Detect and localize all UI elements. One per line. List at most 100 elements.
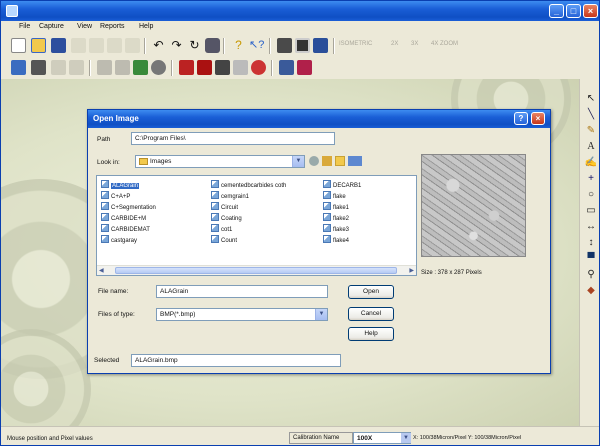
list-item[interactable]: ALAGrain (101, 180, 140, 190)
list-item[interactable]: flake4 (323, 235, 349, 245)
list-item[interactable]: Count (211, 235, 237, 245)
list-item[interactable]: DECARB1 (323, 180, 361, 190)
list-item[interactable]: C+A+P (101, 191, 130, 201)
columns-tool-icon[interactable] (97, 60, 112, 75)
report-tool-icon[interactable] (197, 60, 212, 75)
list-item[interactable]: Coating (211, 213, 242, 223)
redo-icon[interactable]: ↷ (169, 38, 184, 53)
undo-icon[interactable]: ↶ (151, 38, 166, 53)
list-item[interactable]: flake3 (323, 224, 349, 234)
new-folder-icon[interactable] (335, 156, 345, 166)
pointer-icon[interactable]: ↖ (584, 93, 598, 105)
image-file-icon (211, 235, 219, 243)
line-icon[interactable]: ╲ (584, 109, 598, 121)
list-item[interactable]: C+Segmentation (101, 202, 156, 212)
minimize-button[interactable]: _ (549, 4, 564, 18)
database-icon[interactable] (279, 60, 294, 75)
paste-icon[interactable] (107, 38, 122, 53)
help-button[interactable]: Help (348, 327, 394, 341)
triangle-tool-icon[interactable] (69, 60, 84, 75)
context-help-icon[interactable]: ↖? (249, 38, 264, 53)
cancel-button[interactable]: Cancel (348, 307, 394, 321)
cross-icon[interactable]: + (584, 173, 598, 185)
ellipse-icon[interactable]: ○ (584, 189, 598, 201)
print-icon[interactable] (205, 38, 220, 53)
scrollbar-thumb[interactable] (115, 267, 397, 274)
measure-tool-icon[interactable] (31, 60, 46, 75)
menu-file[interactable]: File (19, 23, 30, 30)
scroll-right-icon[interactable]: ▶ (409, 267, 414, 274)
open-button[interactable]: Open (348, 285, 394, 299)
list-item[interactable]: cementedbcarbides coth (211, 180, 286, 190)
dialog-close-button[interactable]: × (531, 112, 545, 125)
list-item[interactable]: flake1 (323, 202, 349, 212)
chevron-down-icon[interactable]: ▼ (315, 309, 327, 320)
chevron-down-icon[interactable]: ▼ (292, 156, 304, 167)
zoom-3x-button[interactable]: 3X (411, 41, 418, 47)
delete-icon[interactable] (125, 38, 140, 53)
horizontal-measure-icon[interactable]: ↔ (584, 221, 598, 233)
file-type-combo[interactable]: BMP(*.bmp) ▼ (156, 308, 328, 321)
maximize-button[interactable]: □ (566, 4, 581, 18)
open-folder-icon[interactable] (31, 38, 46, 53)
color-tool-icon[interactable] (251, 60, 266, 75)
grid-tool-icon[interactable] (51, 60, 66, 75)
angle-tool-icon[interactable] (233, 60, 248, 75)
image-file-icon (323, 191, 331, 199)
menu-view[interactable]: View (77, 23, 92, 30)
scroll-left-icon[interactable]: ◀ (99, 267, 104, 274)
zoom-2x-button[interactable]: 2X (391, 41, 398, 47)
text-icon[interactable]: A (584, 141, 598, 153)
horizontal-scrollbar[interactable]: ◀ ▶ (97, 265, 416, 275)
list-item[interactable]: castgaray (101, 235, 137, 245)
list-item[interactable]: cot1 (211, 224, 232, 234)
zoom-4x-button[interactable]: 4X ZOOM (431, 41, 458, 47)
scale-tool-icon[interactable] (215, 60, 230, 75)
list-item[interactable]: Circuit (211, 202, 238, 212)
view-menu-icon[interactable] (348, 156, 362, 166)
refresh-icon[interactable]: ↻ (187, 38, 202, 53)
filter-tool-icon[interactable] (133, 60, 148, 75)
chevron-down-icon[interactable]: ▼ (401, 433, 411, 443)
isometric-button[interactable]: ISOMETRIC (339, 41, 372, 47)
color-picker-icon[interactable]: ◆ (584, 285, 598, 297)
path-field[interactable]: C:\Program Files\ (131, 132, 335, 145)
dialog-help-button[interactable]: ? (514, 112, 528, 125)
image-file-icon (211, 213, 219, 221)
scale-bar-icon[interactable]: ▀ (584, 253, 598, 265)
menu-capture[interactable]: Capture (39, 23, 64, 30)
vertical-measure-icon[interactable]: ↕ (584, 237, 598, 249)
up-folder-icon[interactable] (322, 156, 332, 166)
file-type-value: BMP(*.bmp) (160, 311, 196, 318)
list-item[interactable]: CARBIDE+M (101, 213, 146, 223)
capture-icon[interactable] (313, 38, 328, 53)
save-icon[interactable] (51, 38, 66, 53)
menu-help[interactable]: Help (139, 23, 153, 30)
list-item[interactable]: cemgrain1 (211, 191, 249, 201)
copy-icon[interactable] (89, 38, 104, 53)
new-icon[interactable] (11, 38, 26, 53)
list-item[interactable]: flake2 (323, 213, 349, 223)
cut-icon[interactable] (71, 38, 86, 53)
list-item[interactable]: CARBIDEMAT (101, 224, 150, 234)
back-icon[interactable] (309, 156, 319, 166)
zoom-icon[interactable]: ⚲ (584, 269, 598, 281)
camera-icon[interactable] (295, 38, 310, 53)
image-file-icon (211, 202, 219, 210)
file-name-field[interactable]: ALAGrain (156, 285, 328, 298)
microscope-icon[interactable] (277, 38, 292, 53)
close-button[interactable]: × (583, 4, 598, 18)
selected-field[interactable]: ALAGrain.bmp (131, 354, 341, 367)
annotate-icon[interactable]: ✍ (584, 157, 598, 169)
help-icon[interactable]: ? (231, 38, 246, 53)
rectangle-icon[interactable]: ▭ (584, 205, 598, 217)
pen-tool-icon[interactable] (179, 60, 194, 75)
look-in-combo[interactable]: Images ▼ (135, 155, 305, 168)
chart-tool-icon[interactable] (115, 60, 130, 75)
list-item[interactable]: flake (323, 191, 346, 201)
pencil-icon[interactable]: ✎ (584, 125, 598, 137)
exit-icon[interactable] (297, 60, 312, 75)
image-tool-icon[interactable] (11, 60, 26, 75)
menu-reports[interactable]: Reports (100, 23, 125, 30)
target-tool-icon[interactable] (151, 60, 166, 75)
